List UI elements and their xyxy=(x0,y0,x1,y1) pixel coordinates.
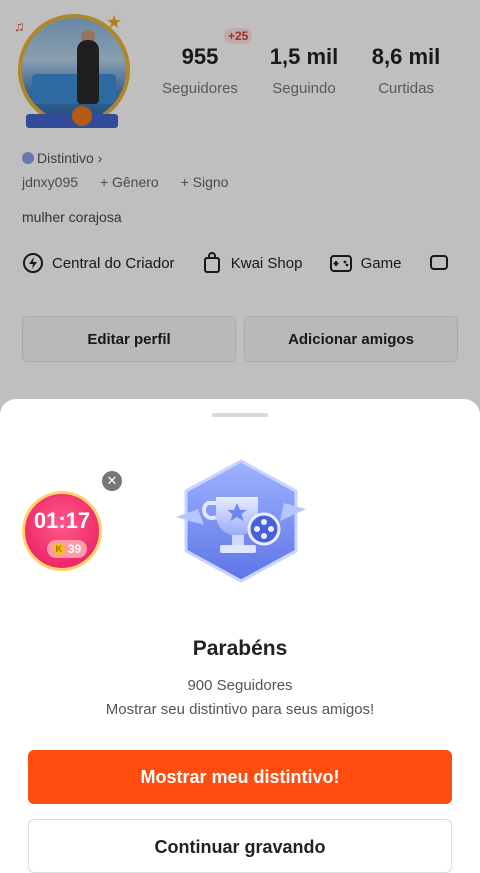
trophy-badge-icon xyxy=(176,459,306,583)
coin-counter: K 39 xyxy=(47,540,87,558)
show-badge-button[interactable]: Mostrar meu distintivo! xyxy=(28,750,452,804)
continue-recording-button[interactable]: Continuar gravando xyxy=(28,819,452,873)
sheet-description: Mostrar seu distintivo para seus amigos! xyxy=(105,701,375,718)
live-timer[interactable]: 01:17 K 39 xyxy=(22,491,102,571)
coin-count: 39 xyxy=(67,542,82,556)
achievement-sheet: 01:17 K 39 ✕ Parabéns 900 Seguidores Mos… xyxy=(0,399,480,873)
sheet-handle[interactable] xyxy=(212,413,268,417)
sheet-title: Parabéns xyxy=(192,637,288,660)
close-icon[interactable]: ✕ xyxy=(102,471,122,491)
followers-milestone: 900 Seguidores xyxy=(187,677,293,694)
timer-time: 01:17 xyxy=(33,508,91,533)
coin-icon: K xyxy=(52,543,65,555)
